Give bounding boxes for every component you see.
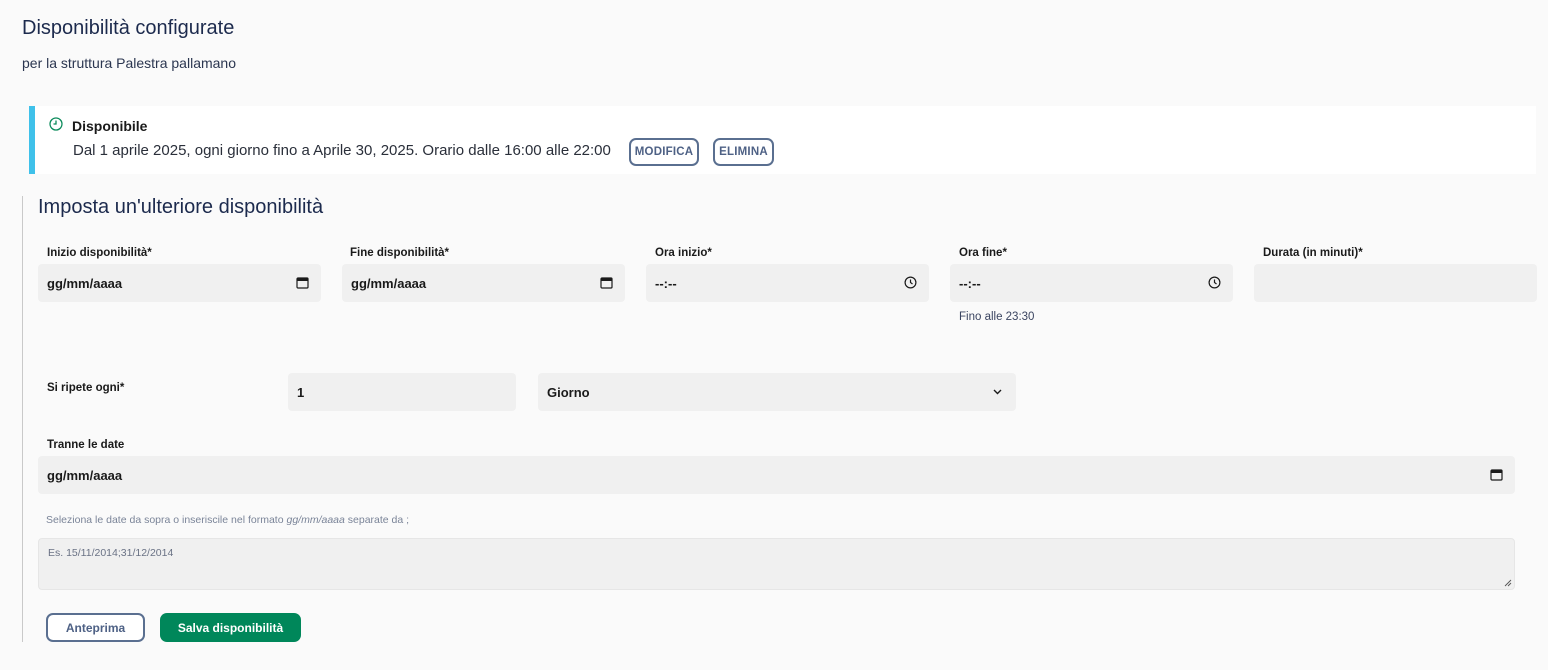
end-time-value: --:--: [959, 275, 981, 291]
clock-icon[interactable]: [904, 276, 917, 289]
page: Disponibilità configurate per la struttu…: [0, 0, 1548, 670]
page-subtitle: per la struttura Palestra pallamano: [22, 55, 236, 71]
duration-label: Durata (in minuti)*: [1263, 247, 1363, 259]
repeat-count-input[interactable]: 1: [288, 373, 516, 411]
calendar-icon[interactable]: [600, 276, 613, 289]
except-dates-label: Tranne le date: [47, 439, 125, 451]
start-time-value: --:--: [655, 275, 677, 291]
start-date-value: gg/mm/aaaa: [47, 275, 123, 291]
repeat-unit-value: Giorno: [547, 384, 590, 400]
repeat-unit-select[interactable]: Giorno: [538, 373, 1016, 411]
end-time-label: Ora fine*: [959, 247, 1007, 259]
availability-card: Disponibile Dal 1 aprile 2025, ogni gior…: [29, 106, 1536, 174]
new-availability-form: Imposta un'ulteriore disponibilità Inizi…: [22, 196, 1542, 642]
chevron-down-icon[interactable]: [991, 385, 1004, 398]
availability-status: Disponibile: [72, 118, 148, 134]
start-date-input[interactable]: gg/mm/aaaa: [38, 264, 321, 302]
start-time-input[interactable]: --:--: [646, 264, 929, 302]
page-title: Disponibilità configurate: [22, 17, 235, 39]
calendar-icon[interactable]: [1490, 468, 1503, 481]
availability-description: Dal 1 aprile 2025, ogni giorno fino a Ap…: [73, 142, 611, 159]
calendar-icon[interactable]: [296, 276, 309, 289]
form-title: Imposta un'ulteriore disponibilità: [38, 196, 324, 218]
duration-input[interactable]: [1254, 264, 1537, 302]
clock-icon: [49, 117, 63, 131]
preview-button[interactable]: Anteprima: [46, 613, 145, 642]
end-date-input[interactable]: gg/mm/aaaa: [342, 264, 625, 302]
except-dates-placeholder: Es. 15/11/2014;31/12/2014: [48, 547, 174, 559]
delete-button[interactable]: ELIMINA: [713, 138, 774, 166]
except-date-value: gg/mm/aaaa: [47, 467, 123, 483]
repeat-count-value: 1: [297, 384, 305, 400]
except-dates-textarea[interactable]: Es. 15/11/2014;31/12/2014: [38, 538, 1515, 590]
edit-button[interactable]: MODIFICA: [629, 138, 699, 166]
end-date-label: Fine disponibilità*: [350, 247, 450, 259]
end-date-value: gg/mm/aaaa: [351, 275, 427, 291]
start-date-label: Inizio disponibilità*: [47, 247, 152, 259]
except-dates-hint: Seleziona le date da sopra o inseriscile…: [46, 514, 410, 526]
save-availability-button[interactable]: Salva disponibilità: [160, 613, 301, 642]
clock-icon[interactable]: [1208, 276, 1221, 289]
except-date-input[interactable]: gg/mm/aaaa: [38, 456, 1515, 494]
start-time-label: Ora inizio*: [655, 247, 712, 259]
end-time-input[interactable]: --:--: [950, 264, 1233, 302]
end-time-hint: Fino alle 23:30: [959, 311, 1035, 323]
repeat-label: Si ripete ogni*: [47, 382, 125, 394]
resize-grip-icon[interactable]: [1504, 579, 1512, 587]
